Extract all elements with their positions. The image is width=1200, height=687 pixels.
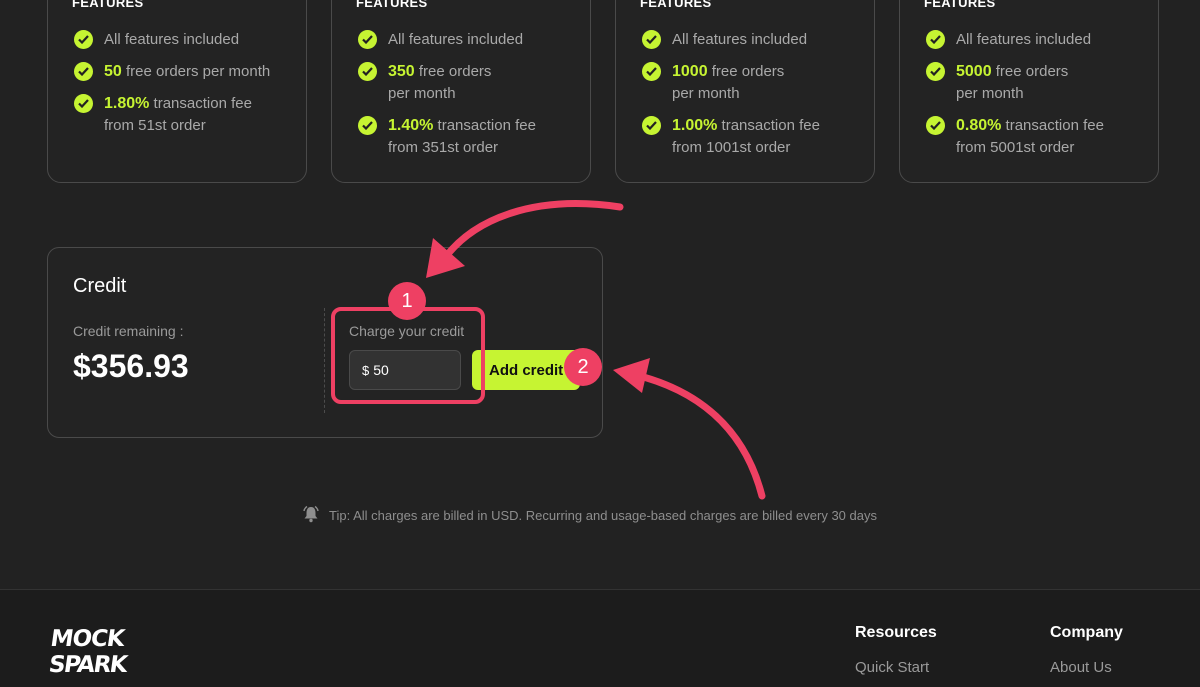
footer-column-title: Resources bbox=[855, 624, 937, 641]
annotation-arrow-1 bbox=[434, 200, 624, 272]
annotation-arrow-2 bbox=[628, 370, 766, 500]
footer-link-quick-start[interactable]: Quick Start bbox=[855, 659, 937, 676]
logo-line-2: SPARK bbox=[47, 652, 130, 678]
footer-column-resources: Resources Quick Start bbox=[855, 624, 937, 676]
bell-icon bbox=[302, 505, 320, 526]
footer: MOCK SPARK Resources Quick Start Company… bbox=[0, 589, 1200, 687]
footer-column-title: Company bbox=[1050, 624, 1123, 641]
billing-tip: Tip: All charges are billed in USD. Recu… bbox=[302, 505, 877, 526]
mockspark-logo[interactable]: MOCK SPARK bbox=[47, 622, 157, 680]
annotation-arrowhead-2 bbox=[613, 358, 650, 393]
footer-link-about-us[interactable]: About Us bbox=[1050, 659, 1123, 676]
tip-text: Tip: All charges are billed in USD. Recu… bbox=[329, 508, 877, 523]
logo-line-1: MOCK bbox=[49, 626, 128, 652]
footer-column-company: Company About Us bbox=[1050, 624, 1123, 676]
annotation-arrows bbox=[426, 200, 766, 500]
